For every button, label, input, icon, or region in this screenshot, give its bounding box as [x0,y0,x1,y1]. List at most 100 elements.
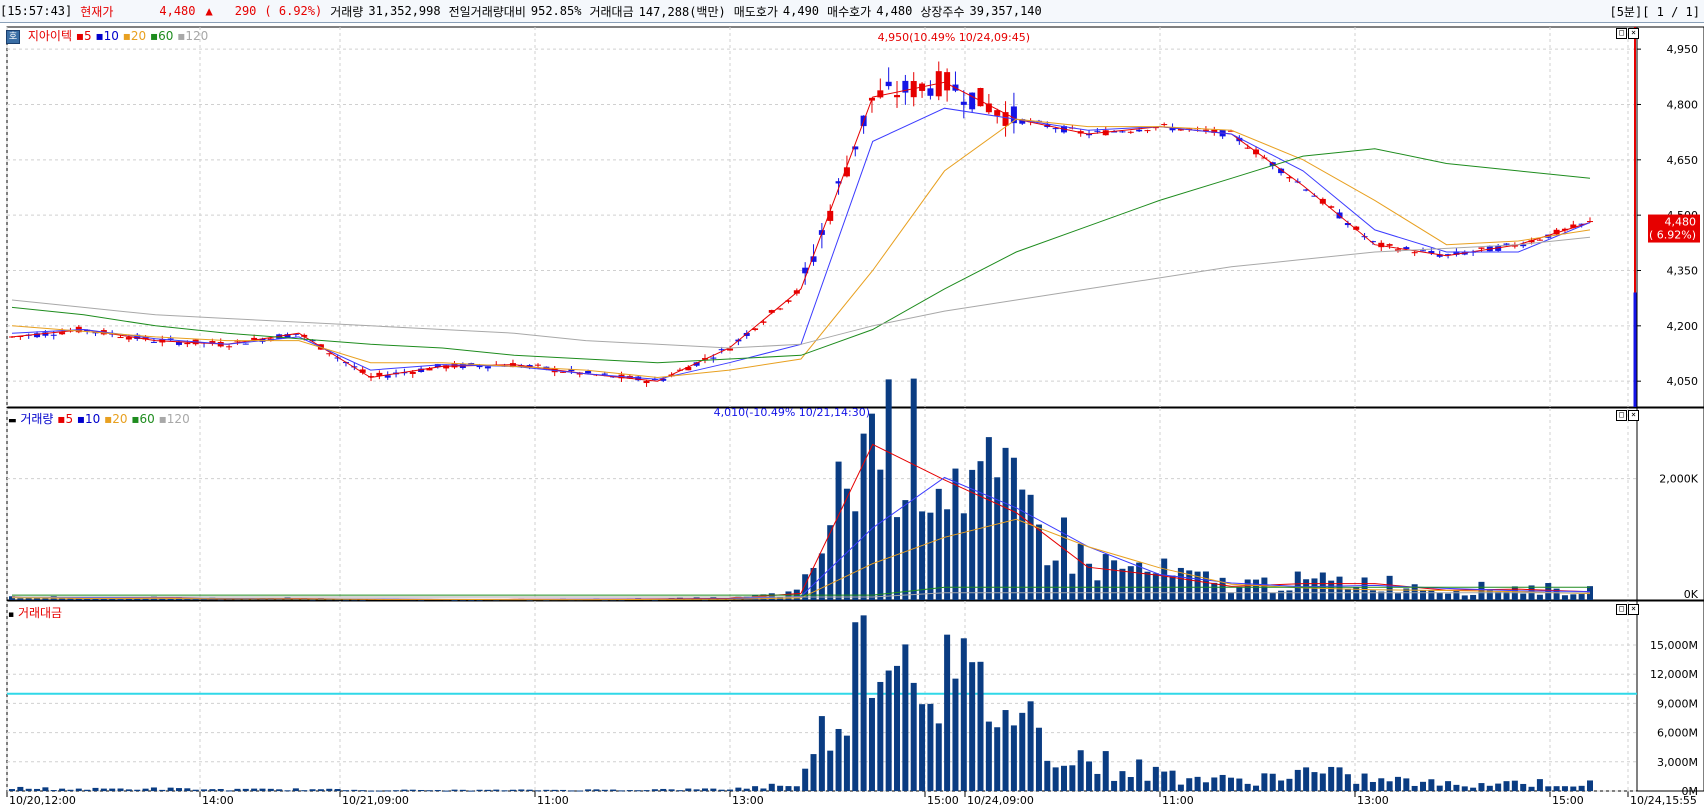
amount-bar [1553,786,1560,791]
amount-bar [735,787,742,791]
amount-bar [409,789,416,791]
amount-bar [535,790,541,792]
amount-bar [1236,778,1243,791]
candle-up [1127,131,1134,133]
volume-bar [1578,594,1585,600]
amount-bar [50,790,57,792]
candle-up [125,337,132,340]
menu-icon[interactable]: 호 [6,29,20,44]
price-y-label: 4,200 [1667,320,1699,333]
amount-bar [518,789,525,791]
amount-bar [150,787,157,791]
amount-bar [1177,784,1184,791]
amount-bar [1536,779,1543,791]
volume-bar [1027,494,1034,600]
amount-bar [1094,773,1101,791]
amount-bar [935,723,942,791]
volume-bar [1010,457,1017,600]
amount-bar [1111,780,1118,791]
volume-value: 31,352,998 [368,4,441,18]
amount-bar [944,634,951,791]
amount-bar [802,768,809,791]
candle-up [184,342,191,345]
amount-bar [693,789,700,791]
amount-bar [226,790,233,792]
x-tick-label: 10/20,12:00 [9,794,76,807]
amount-bar [1253,785,1260,791]
amount-bar [1019,712,1026,791]
amount-bar [1052,767,1059,791]
volume-bar [1294,571,1301,600]
amount-bar [217,788,224,791]
amount-bar [818,716,825,791]
candle-up [977,88,984,107]
ask-label: 매도호가 [733,4,778,19]
candle-up [1587,221,1593,223]
amount-bar [242,788,249,791]
candle-up [226,346,233,348]
amount-bar [1445,781,1452,791]
amount-bar [852,622,859,791]
amount-bar [117,788,124,791]
volume-pane-close-icon[interactable]: × [1628,410,1639,421]
amount-bar [827,750,834,791]
volume-ma-line [11,476,1591,601]
amount-bar [1311,772,1318,791]
period-selector[interactable]: [5분][ 1 / 1] [1609,3,1700,20]
amount-bar [1219,774,1226,791]
volume-bar [1219,577,1226,600]
volume-bar [1570,594,1577,600]
up-arrow-icon: ▲ [205,4,213,18]
amount-pane-restore-icon[interactable]: □ [1616,604,1627,615]
chart-area[interactable]: 10/20,12:00 14:00 10/21,09:00 11:00 13:00 15:… [0,23,1704,808]
amount-bar [443,790,450,792]
amount-bar [1144,780,1151,791]
amount-bar [1361,773,1368,791]
candle-down [242,343,249,345]
price-pane-close-icon[interactable]: × [1628,28,1639,39]
amount-bar [860,615,867,791]
amount-bar [1286,778,1293,791]
price-pane-restore-icon[interactable]: □ [1616,28,1627,39]
candle-down [1136,129,1143,132]
price-label: 현재가 [80,4,114,19]
amount-bar [810,754,817,791]
amount-bar [192,789,199,791]
volume-bar [1420,590,1427,600]
volume-bar [1236,587,1243,600]
amount-bar [969,662,976,791]
volume-bar [125,598,132,600]
candle-down [50,334,57,336]
volume-bar [1436,592,1443,600]
amount-bar [317,789,324,791]
volume-pane-restore-icon[interactable]: □ [1616,410,1627,421]
amount-pane-title: ▪ 거래대금 [8,604,62,621]
volume-label: 거래량 [330,4,364,19]
amount-bar [1336,767,1343,791]
price-pane-title: 호 지아이텍 ▪5 ▪10 ▪20 ▪60 ▪120 [6,27,208,44]
amount-bar [509,789,516,791]
volume-bar [927,512,934,600]
amount-bar [1369,781,1376,791]
amount-pane-close-icon[interactable]: × [1628,604,1639,615]
amount-bar [668,789,675,791]
amount-bar [576,790,583,792]
amount-bar [718,789,725,791]
amount-value: 147,288(백만) [638,4,726,19]
candle-up [894,95,901,98]
candle-down [484,366,491,369]
volume-bar [985,437,992,600]
amount-bar [1227,777,1234,791]
amount-bar [1303,767,1310,791]
amount-bar [1436,785,1443,791]
volume-bar [1094,580,1101,600]
amount-bar [9,789,15,791]
amount-bar [1261,773,1268,791]
amount-bar [59,788,66,791]
amount-bar [1478,783,1485,791]
candle-up [1386,244,1393,246]
candle-up [535,364,541,366]
candle-up [117,337,124,339]
candle-down [150,341,157,343]
amount-bar [309,789,316,791]
